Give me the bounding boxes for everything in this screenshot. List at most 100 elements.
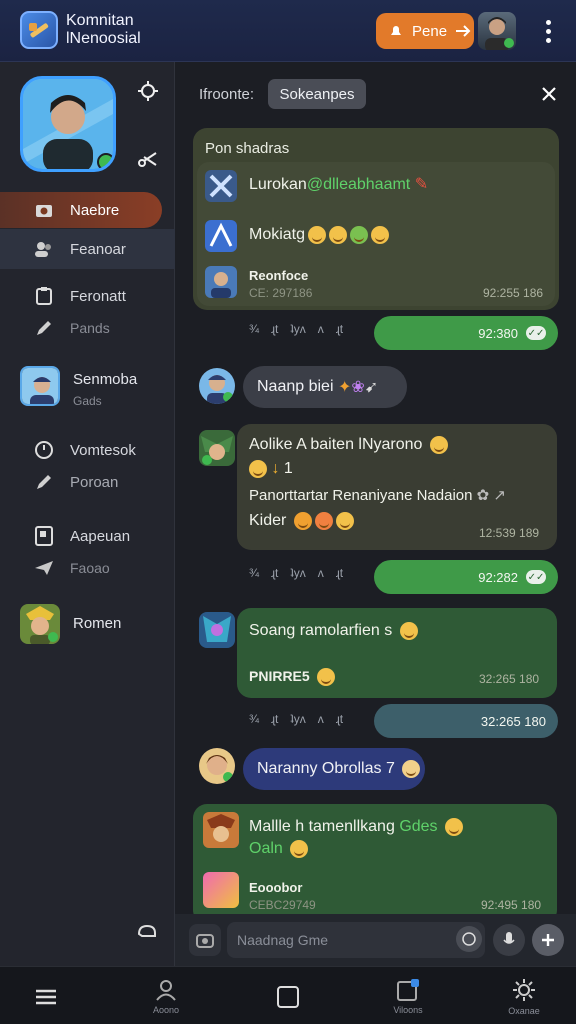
reaction-item[interactable]: ¾ <box>249 322 259 336</box>
message-line: Mokiatg <box>249 226 390 244</box>
reaction-item[interactable]: ʇyʌ <box>290 566 305 580</box>
contact-name[interactable]: Senmoba <box>73 371 137 388</box>
user-avatar[interactable] <box>478 12 516 50</box>
sender-avatar[interactable] <box>199 748 235 784</box>
bottom-nav-menu[interactable] <box>6 973 86 1021</box>
sender-avatar[interactable] <box>199 430 235 466</box>
nav-item-users[interactable]: Feanoar <box>0 229 175 269</box>
message-time: 32:265 180 <box>480 713 546 729</box>
outgoing-message[interactable]: 92:380 ✓✓ <box>374 316 558 350</box>
reaction-item[interactable]: ʌ <box>318 322 324 336</box>
clipboard-icon <box>34 286 54 306</box>
settings-icon[interactable] <box>137 80 159 102</box>
message-card-title: Pon shadras <box>205 140 290 157</box>
app-logo-icon[interactable] <box>20 11 58 49</box>
message-card[interactable]: Aolike A baiten lNyarono ↓ 1 Panorttarta… <box>237 424 557 550</box>
chat-filter-chip[interactable]: Sokeanpes <box>268 79 366 109</box>
attachment-thumb <box>203 872 239 908</box>
bottom-nav-profile[interactable]: Aoono <box>126 973 206 1021</box>
chat-header-label: Ifroonte: <box>199 86 255 103</box>
outgoing-message[interactable]: 32:265 180 <box>374 704 558 738</box>
reaction-item[interactable]: ¾ <box>249 712 259 726</box>
reaction-item[interactable]: ɻt <box>271 322 278 336</box>
reaction-item[interactable]: ʇyʌ <box>290 712 305 726</box>
person-icon <box>156 980 176 1001</box>
bottom-nav-label: Aoono <box>152 1005 180 1015</box>
reaction-row[interactable]: ¾ ɻt ʇyʌ ʌ ɻt <box>249 322 343 336</box>
reaction-item[interactable]: ɻt <box>271 712 278 726</box>
close-icon[interactable] <box>539 84 559 104</box>
reaction-item[interactable]: ʌ <box>318 566 324 580</box>
message-input-placeholder: Naadnag Gme <box>237 932 329 948</box>
nav-item-active[interactable]: Naebre <box>0 192 162 228</box>
voice-button[interactable] <box>493 924 525 956</box>
message-text: Naranny Obrollas 7 <box>257 760 395 777</box>
reaction-item[interactable]: ɻt <box>336 712 343 726</box>
message-input[interactable]: Naadnag Gme <box>227 922 485 958</box>
nav-label: Feanoar <box>70 240 126 258</box>
mention-link[interactable]: @dlleabhaamt <box>307 176 410 193</box>
profile-avatar[interactable] <box>20 76 116 172</box>
compass-icon <box>205 220 237 252</box>
attachment-meta: CE: 297186 <box>249 286 313 300</box>
attach-button[interactable] <box>189 924 221 956</box>
message-card[interactable]: Mallle h tamenllkang Gdes Oaln Eooobor C… <box>193 804 557 914</box>
sender-avatar[interactable] <box>199 368 235 404</box>
contact-avatar[interactable] <box>20 366 60 406</box>
emoji-button[interactable] <box>456 926 482 952</box>
contact-name-2[interactable]: Romen <box>73 615 121 632</box>
top-bar: Komnitan lNenoosial Pene <box>0 0 576 62</box>
sender-avatar[interactable] <box>199 612 235 648</box>
outgoing-message[interactable]: 92:282 ✓✓ <box>374 560 558 594</box>
scissors-icon[interactable] <box>137 148 159 170</box>
incoming-message[interactable]: Naanp biei ✦ ❀ ➹ <box>243 366 407 408</box>
reaction-item[interactable]: ɻt <box>271 566 278 580</box>
add-button[interactable] <box>532 924 564 956</box>
message-card[interactable]: Soang ramolarfien s PNIRRE5 32:265 180 <box>237 608 557 698</box>
nav-item-plane[interactable]: Faoao <box>0 550 175 586</box>
bottom-nav-notes[interactable]: Viloons <box>368 973 448 1021</box>
reaction-row[interactable]: ¾ ɻt ʇyʌ ʌ ɻt <box>249 566 343 580</box>
users-icon <box>34 239 54 259</box>
reaction-item[interactable]: ɻt <box>336 322 343 336</box>
more-menu-icon[interactable] <box>538 14 558 48</box>
message-inner-panel: Lurokan@dlleabhaamt ✎ Mokiatg Reonfoce C… <box>197 162 555 306</box>
attachment-title: Eooobor <box>249 880 303 895</box>
message-time: 92:255 186 <box>483 286 544 300</box>
send-icon <box>456 25 471 37</box>
message-line: Aolike A baiten lNyarono <box>249 436 448 454</box>
message-text: Naanp biei <box>257 378 334 395</box>
mention-link[interactable]: Gdes <box>399 818 437 835</box>
reaction-item[interactable]: ɻt <box>336 566 343 580</box>
message-line: Mallle h tamenllkang Gdes <box>249 818 464 836</box>
top-action-button[interactable]: Pene <box>376 13 474 49</box>
bottom-nav-home[interactable] <box>248 973 328 1021</box>
gear-icon <box>513 979 535 1001</box>
message-time: 92:495 180 <box>481 898 542 912</box>
nav-item-clock[interactable]: Vomtesok <box>0 432 175 468</box>
nav-item-doc[interactable]: Aapeuan <box>0 518 175 554</box>
sender-avatar <box>203 812 239 848</box>
message-text: Mokiatg <box>249 226 306 244</box>
reaction-item[interactable]: ʌ <box>318 712 324 726</box>
reaction-item[interactable]: ¾ <box>249 566 259 580</box>
contact-avatar-2[interactable] <box>20 604 60 644</box>
nav-label: Poroan <box>70 473 119 491</box>
nav-item-pencil[interactable]: Pands <box>0 310 175 346</box>
nav-item-pencil-2[interactable]: Poroan <box>0 464 175 500</box>
square-icon <box>277 986 299 1008</box>
reaction-item[interactable]: ʇyʌ <box>290 322 305 336</box>
nav-item-clipboard[interactable]: Feronatt <box>0 278 175 314</box>
message-time: 12:539 189 <box>479 526 540 540</box>
incoming-message[interactable]: Naranny Obrollas 7 <box>243 748 425 790</box>
plane-icon <box>34 558 54 578</box>
message-line: ↓ 1 <box>249 460 293 478</box>
nav-label: Vomtesok <box>70 441 136 459</box>
message-card[interactable]: Pon shadras Lurokan@dlleabhaamt ✎ Mokiat… <box>193 128 559 310</box>
nav-label: Faoao <box>70 560 110 576</box>
chat-bubble-icon[interactable] <box>136 920 158 942</box>
top-action-label: Pene <box>412 22 448 40</box>
bottom-nav-settings[interactable]: Oxanae <box>484 973 564 1021</box>
bell-icon <box>391 26 401 35</box>
reaction-row[interactable]: ¾ ɻt ʇyʌ ʌ ɻt <box>249 712 343 726</box>
